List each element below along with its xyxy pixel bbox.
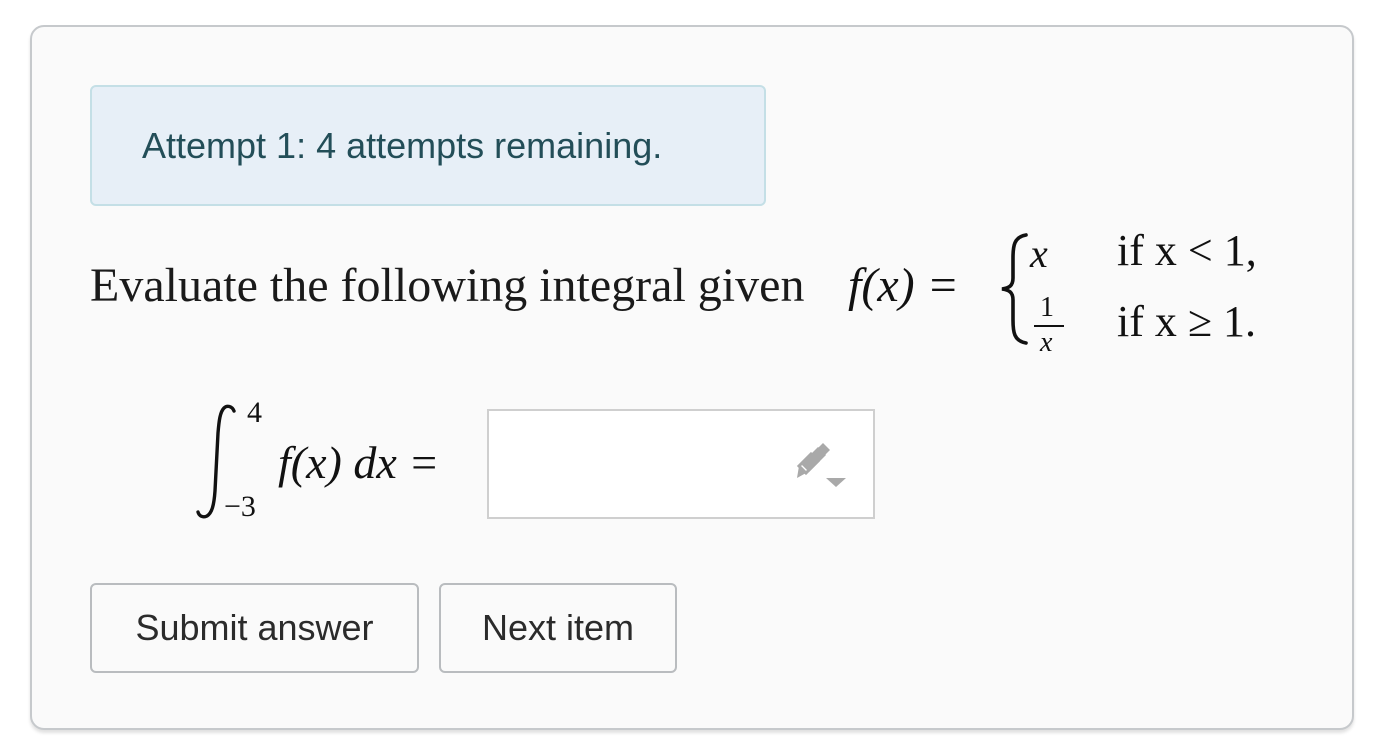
attempts-alert: Attempt 1: 4 attempts remaining. xyxy=(90,85,766,206)
case-2-numerator: 1 xyxy=(1040,292,1054,323)
integral-upper-limit: 4 xyxy=(247,396,262,429)
attempts-text: Attempt 1: 4 attempts remaining. xyxy=(142,124,663,166)
next-item-label: Next item xyxy=(481,607,635,648)
case-2-condition: if x ≥ 1. xyxy=(1117,297,1257,346)
submit-answer-button[interactable]: Submit answer xyxy=(90,583,419,673)
cases-brace-icon xyxy=(1001,233,1028,345)
function-lhs: f(x) = xyxy=(848,259,959,312)
integral-lower-limit: −3 xyxy=(224,490,256,523)
question-prompt: Evaluate the following integral given xyxy=(90,259,805,312)
case-1-value: x xyxy=(1030,231,1048,276)
submit-answer-label: Submit answer xyxy=(135,607,374,648)
case-2-denominator: x xyxy=(1040,327,1053,358)
case-1-condition: if x < 1, xyxy=(1117,226,1257,275)
next-item-button[interactable]: Next item xyxy=(439,583,677,673)
math-editor-pencil-icon[interactable] xyxy=(796,442,852,490)
integrand: f(x) dx = xyxy=(278,437,440,488)
